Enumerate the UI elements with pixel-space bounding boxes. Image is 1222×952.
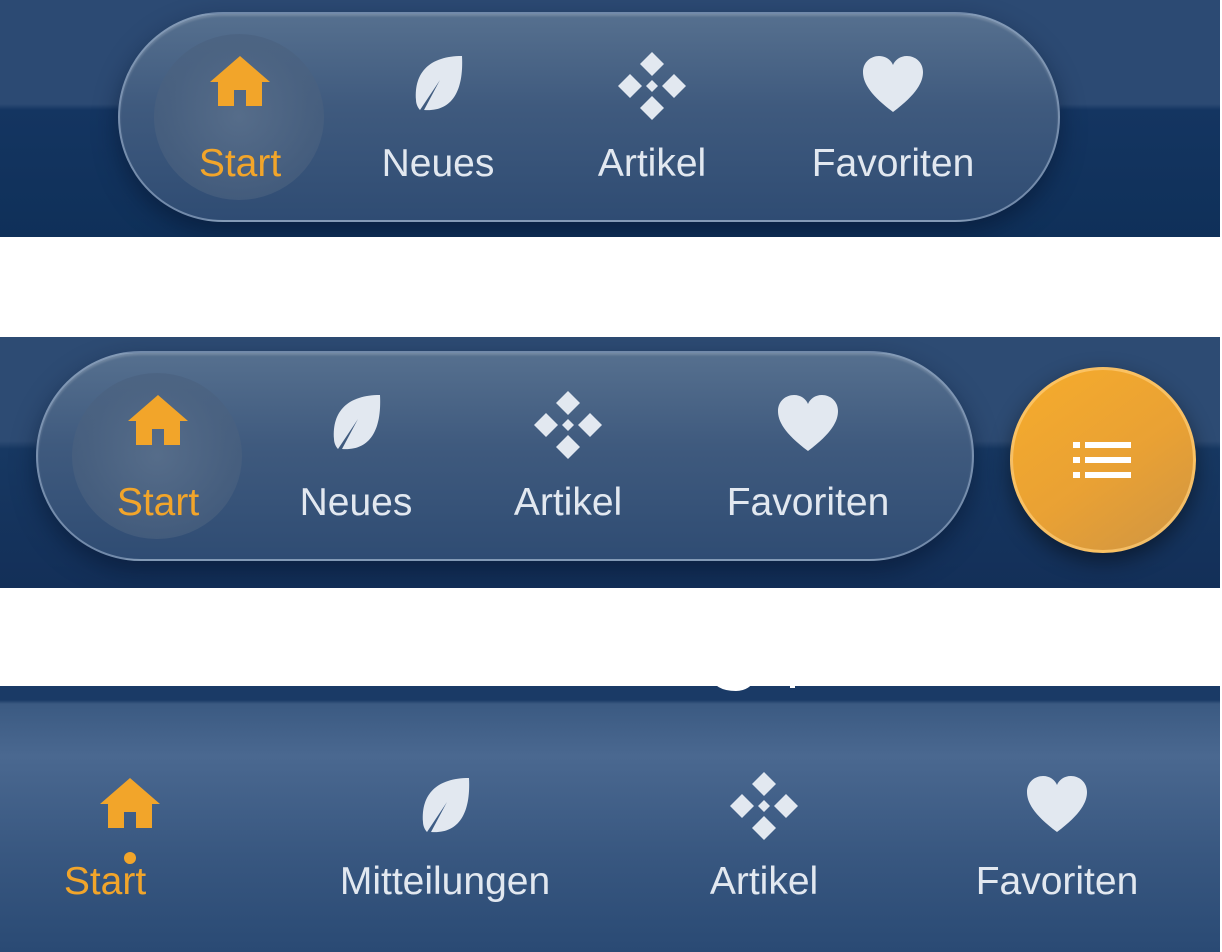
home-icon: [210, 56, 270, 106]
tab-mitteilungen[interactable]: Mitteilungen: [320, 768, 570, 908]
tab-artikel[interactable]: Artikel: [488, 383, 648, 533]
tab-start-label: Start: [63, 860, 147, 903]
tab-artikel[interactable]: Artikel: [572, 44, 732, 194]
tab-artikel-label: Artikel: [513, 481, 623, 524]
list-icon: [1073, 442, 1131, 478]
heart-icon: [863, 56, 923, 112]
partial-content-glyph: [717, 686, 795, 692]
tab-artikel[interactable]: Artikel: [684, 768, 844, 908]
tab-favoriten-label: Favoriten: [811, 142, 975, 185]
home-icon: [100, 778, 160, 828]
tab-start-label: Start: [116, 481, 200, 524]
tab-neues[interactable]: Neues: [276, 383, 436, 533]
tab-artikel-label: Artikel: [709, 860, 819, 903]
leaf-icon: [415, 56, 463, 111]
heart-icon: [778, 395, 838, 451]
pill-nav-container: Start Neues Artikel Favoriten: [36, 351, 974, 561]
tab-mitteilungen-label: Mitteilungen: [339, 860, 551, 903]
home-icon: [128, 395, 188, 445]
tab-neues-label: Neues: [299, 481, 413, 524]
tab-bar-pill-variant: Start Neues Artikel Favoriten: [0, 0, 1220, 237]
tab-start[interactable]: Start: [88, 383, 228, 533]
pill-nav-container: Start Neues Artikel Favoriten: [118, 12, 1060, 222]
tab-favoriten[interactable]: Favoriten: [703, 383, 913, 533]
tab-neues[interactable]: Neues: [358, 44, 518, 194]
tab-artikel-label: Artikel: [597, 142, 707, 185]
tab-start-label: Start: [198, 142, 282, 185]
leaf-icon: [333, 395, 381, 450]
diamond-grid-icon: [534, 391, 602, 459]
tab-favoriten-label: Favoriten: [975, 860, 1139, 903]
tab-favoriten[interactable]: Favoriten: [950, 768, 1164, 908]
tab-bar-pill-fab-variant: Start Neues Artikel Favoriten: [0, 337, 1220, 588]
tab-start[interactable]: Start: [60, 768, 200, 908]
leaf-icon: [422, 778, 470, 833]
tab-favoriten-label: Favoriten: [726, 481, 890, 524]
tab-bar-flat-variant: Start Mitteilungen Artikel Favoriten: [0, 686, 1220, 952]
tab-favoriten[interactable]: Favoriten: [788, 44, 998, 194]
diamond-grid-icon: [730, 772, 798, 840]
menu-fab-button[interactable]: [1010, 367, 1196, 553]
diamond-grid-icon: [618, 52, 686, 120]
tab-neues-label: Neues: [381, 142, 495, 185]
tab-start[interactable]: Start: [170, 44, 310, 194]
heart-icon: [1027, 776, 1087, 832]
